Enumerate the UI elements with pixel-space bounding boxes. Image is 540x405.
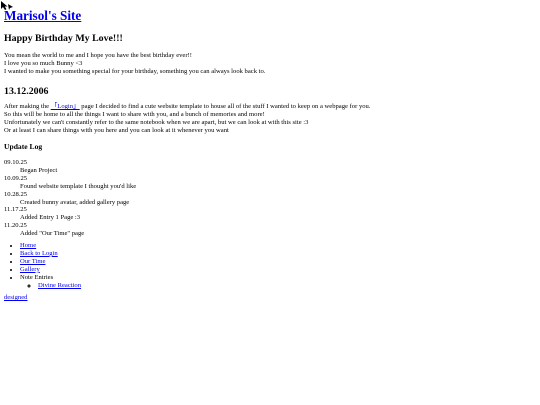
intro-line: I love you so much Bunny <3 [4, 59, 83, 67]
log-date: 11.17.25 [4, 206, 27, 214]
intro-text: You mean the world to me and I hope you … [4, 52, 265, 76]
log-date: 10.28.25 [4, 190, 28, 198]
nav-label-note-entries: Note Entries [20, 273, 54, 281]
story-line: So this will be home to all the things I… [4, 110, 265, 118]
log-date: 09.10.25 [4, 159, 28, 166]
log-date: 10.09.25 [4, 174, 28, 182]
intro-line: You mean the world to me and I hope you … [4, 52, 192, 59]
nav-item-home: Home [20, 242, 81, 250]
log-entry: Added Entry 1 Page :3 [20, 214, 81, 222]
nav-item-gallery: Gallery [20, 266, 81, 274]
site-title-link[interactable]: Marisol's Site [4, 8, 81, 23]
log-entry: Found website template I thought you'd l… [20, 182, 137, 190]
nav-item-our-time: Our Time [20, 258, 81, 266]
intro-line: I wanted to make you something special f… [4, 67, 266, 75]
update-log-title: Update Log [4, 142, 43, 151]
log-entry: Added "Our Time" page [20, 230, 85, 238]
story-text: After making the 「Login」 page I decided … [4, 103, 370, 135]
post-title: Happy Birthday My Love!!! [4, 33, 123, 44]
post-date-heading: 13.12.2006 [4, 86, 49, 97]
login-link[interactable]: 「Login」 [51, 103, 80, 110]
story-line-suffix: page I decided to find a cute website te… [79, 103, 371, 110]
update-log-list: 09.10.25 Began Project 10.09.25 Found we… [4, 159, 136, 238]
story-line: Unfortunately we can't constantly refer … [4, 118, 309, 126]
nav-link-our-time[interactable]: Our Time [20, 258, 45, 265]
story-line: Or at least I can share things with you … [4, 126, 229, 134]
log-date: 11.20.25 [4, 222, 27, 230]
log-entry: Began Project [20, 166, 58, 174]
nav-link-home[interactable]: Home [20, 242, 36, 249]
note-entries-sublist: Divine Reaction [20, 282, 81, 290]
site-nav: Home Back to Login Our Time Gallery Note… [4, 242, 81, 289]
nav-link-gallery[interactable]: Gallery [20, 266, 40, 273]
nav-link-back-to-login[interactable]: Back to Login [20, 250, 58, 257]
designed-credit-link[interactable]: designed [4, 294, 27, 302]
nav-item-note-entries: Note Entries Divine Reaction [20, 274, 81, 290]
story-line-prefix: After making the [4, 103, 51, 110]
log-entry: Created bunny avatar, added gallery page [20, 198, 130, 206]
site-title: Marisol's Site [4, 8, 81, 24]
nav-item-back-to-login: Back to Login [20, 250, 81, 258]
nav-item-divine-reaction: Divine Reaction [38, 282, 81, 290]
nav-link-divine-reaction[interactable]: Divine Reaction [38, 282, 81, 289]
